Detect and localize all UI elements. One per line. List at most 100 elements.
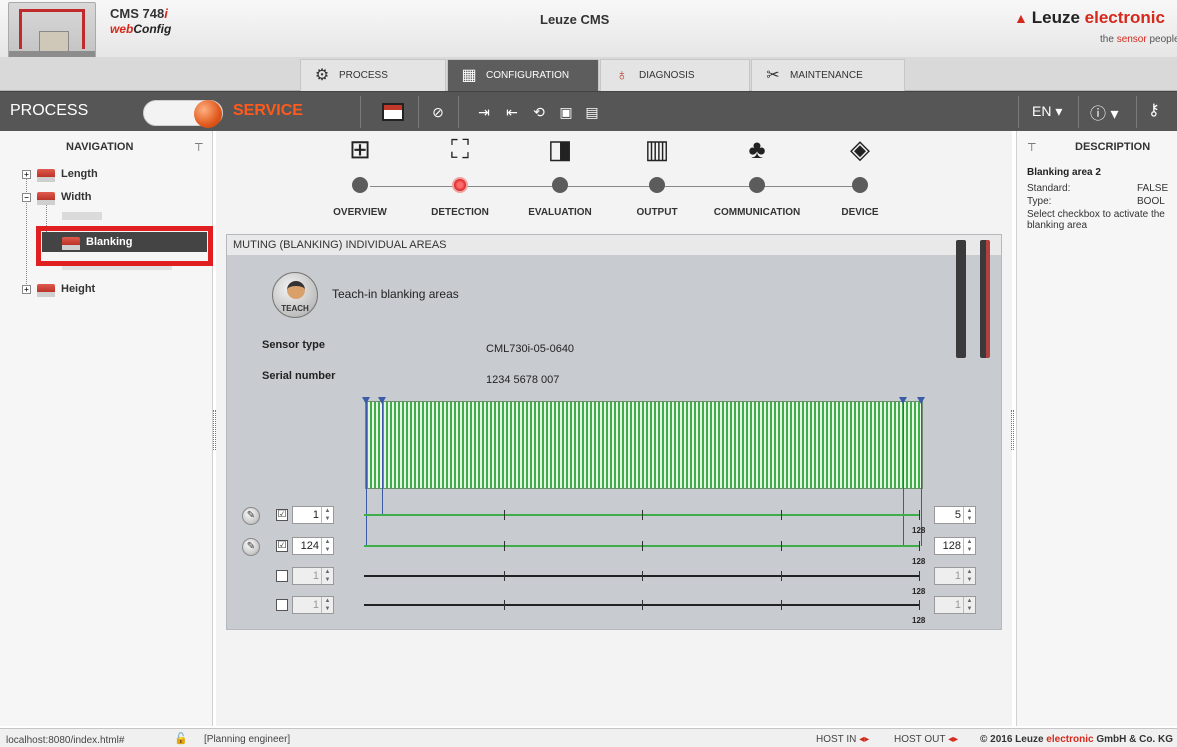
tagline-accent: sensor [1116, 34, 1147, 45]
stop-icon[interactable]: ⊘ [426, 100, 450, 124]
spin-arrows-icon[interactable]: ▲ ▼ [963, 568, 975, 584]
nav-item-label: Height [61, 283, 96, 295]
save-icon[interactable]: ▣ [554, 100, 578, 124]
step-dot [649, 177, 665, 193]
signal-icon: ◂▸ [948, 734, 959, 745]
save-to-device-icon[interactable]: ▤ [580, 100, 604, 124]
spin-arrows-icon[interactable]: ▲ ▼ [321, 507, 333, 523]
tick [642, 600, 643, 610]
edit-pencil-icon[interactable]: ✎ [242, 538, 260, 556]
step-device[interactable]: ◈ DEVICE [815, 131, 905, 221]
toggle-knob[interactable] [194, 100, 222, 128]
export-icon[interactable]: ⇤ [500, 100, 524, 124]
collapse-icon[interactable]: − [22, 192, 31, 202]
overview-icon: ⊞ [349, 134, 371, 164]
nav-item-length[interactable]: + Length [22, 166, 98, 182]
language-select[interactable]: EN ▾ [1032, 103, 1062, 120]
expand-icon[interactable]: + [22, 284, 31, 294]
host-out-indicator: HOST OUT ◂▸ [894, 734, 958, 745]
edit-pencil-icon[interactable]: ✎ [242, 507, 260, 525]
area-end-label: 128 [912, 526, 926, 535]
toolbar-divider [360, 96, 361, 128]
tab-process[interactable]: ⚙ PROCESS [300, 59, 446, 91]
area-to-stepper[interactable]: 5 ▲ ▼ [934, 506, 976, 524]
tab-maintenance[interactable]: ✂ MAINTENANCE [751, 59, 905, 91]
tab-diagnosis-label: DIAGNOSIS [639, 70, 695, 81]
spin-arrows-icon[interactable]: ▲ ▼ [321, 538, 333, 554]
login-key-icon[interactable]: ⚷ [1148, 100, 1160, 120]
spin-value: 128 [942, 540, 961, 552]
step-label: COMMUNICATION [713, 207, 801, 218]
step-label: DEVICE [841, 207, 879, 218]
tagline-prefix: the [1100, 34, 1117, 45]
area-checkbox[interactable] [276, 570, 288, 582]
right-splitter[interactable] [1011, 410, 1014, 450]
spin-arrows-icon[interactable]: ▲ ▼ [963, 507, 975, 523]
package-icon [39, 31, 69, 53]
mode-toggle[interactable] [143, 100, 223, 128]
spin-arrows-icon[interactable]: ▲ ▼ [963, 597, 975, 613]
area-from-stepper[interactable]: 1 ▲ ▼ [292, 596, 334, 614]
brand-tagline: the sensor people [1100, 34, 1177, 45]
blanking-area-row-2: ✎ ☑ 124 ▲ ▼ 128 128 ▲ ▼ [242, 536, 982, 566]
tab-diagnosis[interactable]: ♁ DIAGNOSIS [600, 59, 750, 91]
step-overview[interactable]: ⊞ OVERVIEW [315, 131, 405, 221]
window-title: Leuze CMS [540, 12, 610, 27]
import-icon[interactable]: ⇥ [472, 100, 496, 124]
maintenance-icon: ✂ [766, 66, 780, 84]
nav-item-height[interactable]: + Height [22, 281, 95, 297]
copyright-accent: electronic [1046, 734, 1094, 745]
app-name: CMS 748i [110, 6, 168, 21]
pin-icon[interactable]: ⊤ [1027, 141, 1037, 154]
sensor-receiver-icon [980, 240, 990, 358]
monitor-icon[interactable] [382, 103, 404, 121]
area-to-stepper[interactable]: 128 ▲ ▼ [934, 537, 976, 555]
undo-icon[interactable]: ⟲ [527, 100, 551, 124]
sensor-transmitter-icon [956, 240, 966, 358]
mode-process-label: PROCESS [10, 102, 89, 119]
sensor-type-label: Sensor type [262, 339, 325, 351]
step-evaluation[interactable]: ◨ EVALUATION [515, 131, 605, 221]
description-item-title: Blanking area 2 [1027, 167, 1101, 178]
area-checkbox[interactable]: ☑ [276, 540, 288, 552]
standard-label: Standard: [1027, 183, 1071, 194]
step-detection[interactable]: ⛶ DETECTION [415, 131, 505, 221]
folder-icon [37, 169, 55, 182]
teach-button[interactable]: TEACH [272, 272, 318, 318]
spin-arrows-icon[interactable]: ▲ ▼ [321, 597, 333, 613]
spin-arrows-icon[interactable]: ▲ ▼ [963, 538, 975, 554]
info-icon[interactable]: ⓘ ▾ [1090, 100, 1118, 124]
area-from-stepper[interactable]: 124 ▲ ▼ [292, 537, 334, 555]
tab-configuration[interactable]: ▦ CONFIGURATION [447, 59, 599, 91]
area-checkbox[interactable] [276, 599, 288, 611]
nav-item-width[interactable]: − Width [22, 189, 91, 205]
selection-highlight [36, 226, 213, 266]
area-to-stepper[interactable]: 1 ▲ ▼ [934, 596, 976, 614]
spin-value: 1 [954, 599, 961, 611]
user-role: [Planning engineer] [204, 734, 291, 745]
tab-process-label: PROCESS [339, 70, 388, 81]
expand-icon[interactable]: + [22, 169, 31, 179]
pin-icon[interactable]: ⊤ [194, 141, 204, 154]
step-label: DETECTION [431, 207, 489, 218]
type-value: BOOL [1137, 196, 1165, 207]
tick [642, 541, 643, 551]
blanking-area-row-4: 1 ▲ ▼ 128 1 ▲ ▼ [242, 595, 982, 625]
tick [781, 600, 782, 610]
status-bar: localhost:8080/index.html# 🔓 [Planning e… [0, 728, 1177, 747]
area-from-stepper[interactable]: 1 ▲ ▼ [292, 506, 334, 524]
tab-maintenance-label: MAINTENANCE [790, 70, 863, 81]
teach-label: Teach-in blanking areas [332, 287, 459, 301]
area-to-stepper[interactable]: 1 ▲ ▼ [934, 567, 976, 585]
spin-arrows-icon[interactable]: ▲ ▼ [321, 568, 333, 584]
description-panel: ⊤ DESCRIPTION Blanking area 2 Standard: … [1016, 131, 1177, 726]
tick [504, 571, 505, 581]
area-from-stepper[interactable]: 1 ▲ ▼ [292, 567, 334, 585]
app-name-accent: i [164, 6, 168, 21]
blank-boundary [382, 400, 383, 516]
lock-icon[interactable]: 🔓 [174, 732, 188, 745]
area-checkbox[interactable]: ☑ [276, 509, 288, 521]
step-communication[interactable]: ♣ COMMUNICATION [712, 131, 802, 221]
network-icon: ♣ [748, 134, 766, 164]
step-output[interactable]: ▥ OUTPUT [612, 131, 702, 221]
